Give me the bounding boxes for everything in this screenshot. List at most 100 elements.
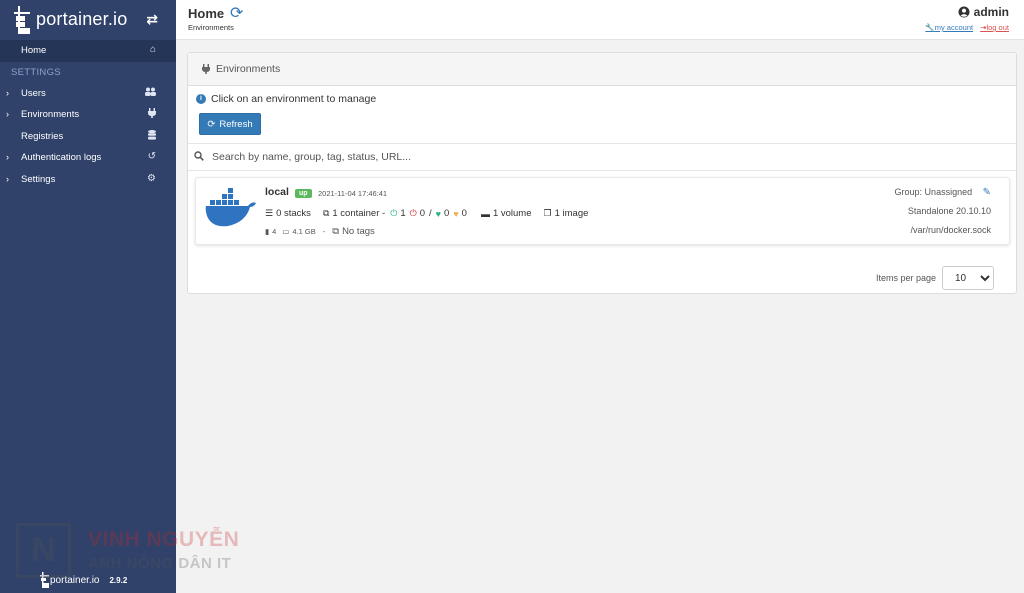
search-input[interactable] (212, 151, 912, 163)
sidebar-item-label: Users (21, 87, 46, 99)
tags-text: No tags (342, 226, 375, 237)
items-per-page-select[interactable]: 10 (942, 266, 994, 290)
environment-card-local[interactable]: local up 2021-11-04 17:46:41 ☰ 0 stacks ⧉… (195, 177, 1010, 245)
environment-url: /var/run/docker.sock (910, 225, 991, 235)
widget-title: Environments (216, 63, 281, 75)
environment-stats: ☰ 0 stacks ⧉ 1 container - ⏻ 1 ⏻ 0 / ♥ 0 ♥ 0 ▬… (265, 208, 588, 219)
sidebar-item-label: Authentication logs (21, 152, 102, 164)
page-title: Home (188, 6, 225, 21)
sidebar-section-settings: SETTINGS (11, 66, 61, 78)
hdd-icon: ▬ (480, 208, 490, 219)
sidebar-item-home[interactable]: Home ⌂ (0, 40, 176, 62)
sidebar-item-label: Environments (21, 109, 80, 121)
info-text: Click on an environment to manage (211, 93, 377, 105)
sidebar-footer: portainer.io 2.9.2 (0, 537, 176, 593)
cogs-icon: ⚙ (147, 172, 156, 184)
user-circle-icon (958, 6, 970, 18)
wrench-icon: 🔧 (925, 23, 935, 32)
memory-value: 4.1 GB (292, 227, 316, 236)
footer-brand-name: portainer.io (50, 574, 100, 586)
items-per-page-label: Items per page (875, 273, 936, 283)
info-message: i Click on an environment to manage (196, 93, 376, 105)
my-account-link[interactable]: 🔧my account (925, 23, 973, 32)
version-label: 2.9.2 (109, 575, 128, 585)
sidebar-item-registries[interactable]: Registries (0, 126, 176, 148)
pagination-control: Items per page 10 (876, 266, 994, 290)
memory-icon: ▭ (282, 227, 290, 236)
user-links: 🔧my account ⇥log out (920, 23, 1009, 32)
cpu-count: 4 (272, 227, 277, 236)
images-stat: ❐ 1 image (544, 208, 589, 219)
swap-arrows-icon[interactable]: ⇄ (146, 11, 158, 28)
sidebar-item-users[interactable]: › Users (0, 83, 176, 105)
volumes-count: 1 volume (492, 208, 532, 219)
portainer-logo-icon (14, 6, 30, 34)
chevron-right-icon: › (6, 173, 9, 184)
refresh-icon: ⟳ (207, 118, 216, 130)
environment-name: local (265, 186, 289, 198)
sidebar-brand[interactable]: portainer.io ⇄ (0, 0, 176, 38)
docker-whale-icon (205, 188, 256, 227)
environment-meta: ▮ 4 ▭ 4.1 GB - ⧉ No tags (265, 226, 375, 237)
username: admin (973, 5, 1009, 19)
stats-separator: / (429, 208, 432, 219)
running-count: 1 (400, 208, 406, 219)
widget-header: Environments (188, 53, 1016, 86)
healthy-stat: ♥ 0 (436, 208, 450, 219)
cpu-icon: ▮ (265, 227, 270, 236)
portainer-logo-icon (40, 572, 49, 588)
refresh-button[interactable]: ⟳ Refresh (199, 113, 261, 135)
users-icon (145, 87, 156, 99)
sidebar-item-label: Home (21, 45, 47, 57)
database-icon (148, 129, 156, 143)
heart-broken-icon: ♥ (453, 208, 459, 219)
user-menu: admin (920, 5, 1009, 19)
log-out-link[interactable]: ⇥log out (980, 23, 1009, 32)
refresh-icon[interactable]: ⟳ (230, 3, 243, 23)
group-row: Group: Unassigned ✎ (895, 187, 991, 206)
sidebar-item-label: Settings (21, 173, 56, 185)
environment-timestamp: 2021-11-04 17:46:41 (318, 189, 388, 198)
volumes-stat: ▬ 1 volume (481, 208, 532, 219)
user-area: admin 🔧my account ⇥log out (920, 5, 1009, 32)
stopped-count: 0 (419, 208, 426, 219)
plug-icon (202, 64, 210, 74)
containers-stat: ⧉ 1 container - (323, 208, 385, 219)
search-bar (188, 143, 1016, 171)
history-icon: ↺ (147, 151, 156, 162)
home-icon: ⌂ (149, 44, 156, 55)
unhealthy-stat: ♥ 0 (453, 208, 467, 219)
running-stat: ⏻ 1 (390, 208, 405, 219)
sidebar: portainer.io ⇄ Home ⌂ SETTINGS › Users ›… (0, 0, 176, 593)
chevron-right-icon: › (6, 109, 9, 119)
breadcrumb: Environments (188, 23, 234, 32)
log-out-label: log out (986, 23, 1009, 32)
unhealthy-count: 0 (461, 208, 467, 219)
sidebar-item-label: Registries (21, 130, 64, 142)
power-on-icon: ⏻ (390, 208, 398, 218)
meta-separator: - (322, 227, 326, 236)
info-circle-icon: i (196, 94, 206, 104)
status-badge: up (295, 189, 312, 198)
stacks-stat: ☰ 0 stacks (265, 208, 311, 219)
brand-name: portainer.io (36, 8, 128, 29)
stacks-count: 0 stacks (276, 208, 311, 219)
environment-type: Standalone 20.10.10 (907, 206, 991, 216)
sidebar-item-authentication-logs[interactable]: › Authentication logs ↺ (0, 147, 176, 169)
refresh-button-label: Refresh (219, 118, 253, 130)
chevron-right-icon: › (6, 87, 9, 98)
cubes-icon: ⧉ (322, 208, 330, 218)
stopped-stat: ⏻ 0 (410, 208, 425, 219)
topbar: Home ⟳ Environments admin 🔧my account ⇥l… (176, 0, 1024, 40)
sidebar-item-settings[interactable]: › Settings ⚙ (0, 169, 176, 191)
sidebar-item-environments[interactable]: › Environments (0, 104, 176, 126)
plug-icon (148, 108, 156, 121)
pencil-icon[interactable]: ✎ (983, 187, 991, 198)
healthy-count: 0 (444, 208, 450, 219)
images-count: 1 image (554, 208, 589, 219)
my-account-label: my account (934, 23, 974, 32)
chevron-right-icon: › (6, 152, 9, 162)
footer-brand: portainer.io 2.9.2 (40, 572, 127, 588)
list-icon: ☰ (265, 208, 274, 218)
group-label: Group: Unassigned (894, 187, 973, 197)
